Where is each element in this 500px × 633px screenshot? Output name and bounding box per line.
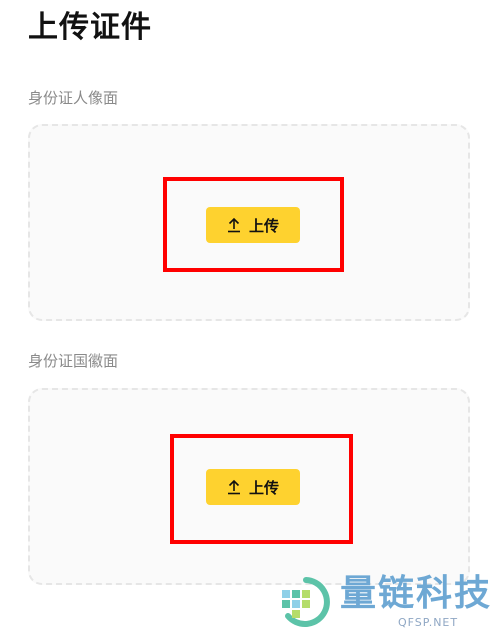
upload-zone-id-back[interactable]: 上传: [28, 388, 470, 585]
page-title: 上传证件: [28, 10, 152, 45]
watermark-logo-icon: [278, 576, 334, 632]
upload-button-id-front[interactable]: 上传: [206, 207, 300, 243]
section-label-id-front: 身份证人像面: [28, 89, 119, 107]
upload-button-label: 上传: [248, 478, 279, 497]
upload-zone-id-front[interactable]: 上传: [28, 124, 470, 321]
watermark-domain: QFSP.NET: [398, 616, 459, 629]
upload-button-label: 上传: [248, 216, 279, 235]
watermark: 量链科技 QFSP.NET: [278, 572, 500, 630]
upload-arrow-icon: [227, 479, 241, 495]
section-label-id-back: 身份证国徽面: [28, 352, 119, 370]
upload-button-id-back[interactable]: 上传: [206, 469, 300, 505]
upload-arrow-icon: [227, 217, 241, 233]
watermark-brand: 量链科技: [340, 573, 493, 614]
